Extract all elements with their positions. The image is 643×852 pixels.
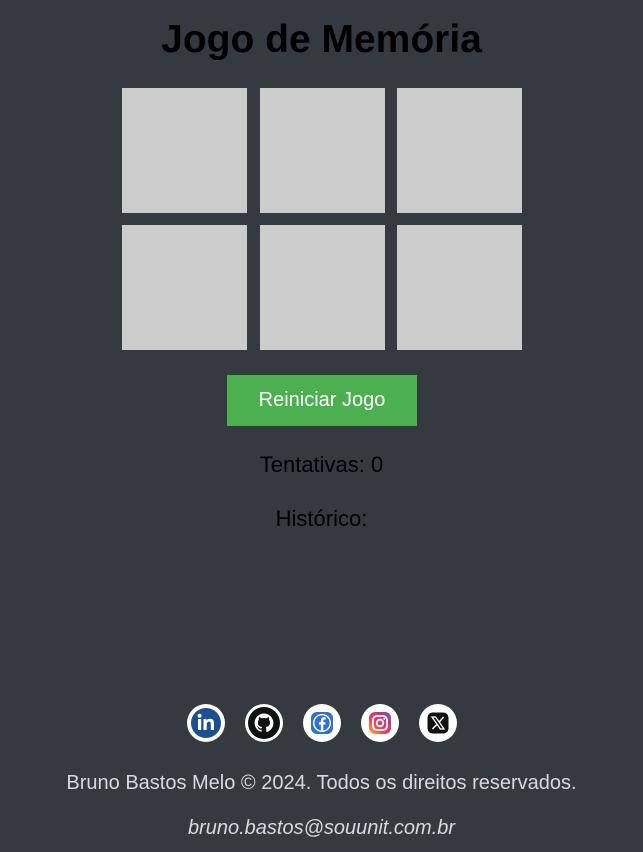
attempts-counter: Tentativas: 0 [259,452,384,477]
footer-copyright: Bruno Bastos Melo © 2024. Todos os direi… [66,772,577,794]
memory-card-5[interactable] [259,225,385,350]
memory-card-3[interactable] [397,88,522,213]
x-twitter-link[interactable] [418,704,457,742]
x-twitter-icon [419,705,456,741]
instagram-link[interactable] [360,704,399,742]
memory-card-6[interactable] [397,225,522,350]
github-link[interactable] [244,704,283,742]
social-links [0,704,643,742]
facebook-link[interactable] [302,704,341,742]
linkedin-link[interactable] [186,704,225,742]
instagram-icon [361,705,398,741]
github-icon [245,705,282,741]
page-title: Jogo de Memória [161,18,482,61]
memory-card-2[interactable] [259,88,385,213]
memory-card-4[interactable] [122,225,247,350]
linkedin-icon [187,705,224,741]
page: Jogo de Memória Reiniciar Jogo Tentativa… [0,0,643,852]
restart-game-button[interactable]: Reiniciar Jogo [227,375,417,426]
facebook-icon [303,705,340,741]
history-label: Histórico: [275,506,368,531]
memory-board [122,88,522,350]
memory-card-1[interactable] [122,88,247,213]
footer-email: bruno.bastos@souunit.com.br [187,817,456,839]
